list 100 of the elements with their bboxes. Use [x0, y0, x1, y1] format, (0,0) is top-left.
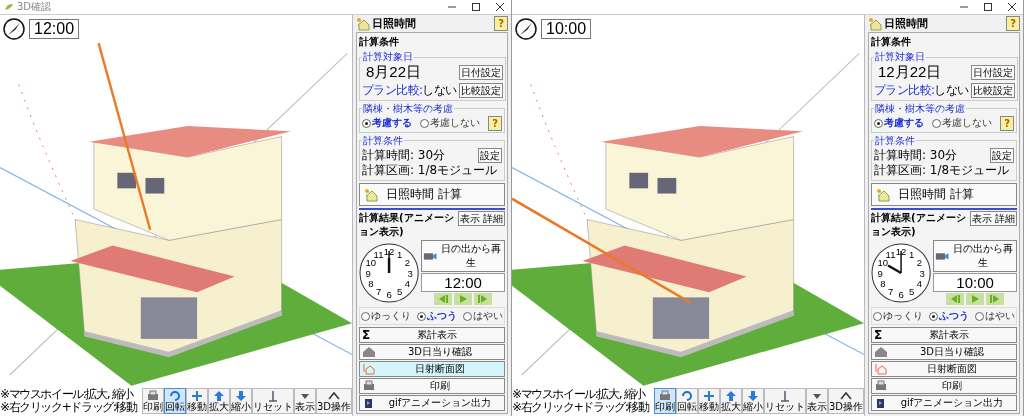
section-heading: 計算結果(アニメーション表示) [871, 211, 967, 240]
move-icon [701, 390, 716, 402]
maximize-icon[interactable] [983, 2, 993, 12]
print-icon [145, 390, 160, 402]
group-legend: 計算対象日 [362, 50, 414, 65]
setting-text: 計算区画: 1/8モジュール [874, 163, 1010, 179]
detail-button[interactable]: 表示 詳細 [969, 211, 1017, 227]
print-icon [874, 379, 888, 392]
ops-icon [326, 390, 341, 402]
calculate-button[interactable]: 日照時間 計算 [871, 183, 1017, 207]
toolbar-button[interactable]: 表示 [805, 388, 828, 414]
radio-option[interactable]: 考慮しない [420, 116, 481, 131]
move-icon [189, 390, 204, 402]
help-button[interactable]: ? [488, 115, 502, 131]
toolbar-button[interactable]: 回転 [675, 388, 698, 414]
calculate-button[interactable]: 日照時間 計算 [359, 183, 505, 207]
action-button[interactable]: gifアニメーション出力 [871, 395, 1017, 411]
ops-icon [838, 390, 853, 402]
group-legend: 計算条件 [362, 133, 404, 148]
compare-text: プラン比較:しない [362, 81, 457, 99]
replay-button[interactable]: 日の出から再生 [421, 240, 505, 273]
radio-option[interactable]: ゆっくり [873, 309, 923, 324]
step-forward-icon[interactable] [986, 293, 1005, 306]
play-icon[interactable] [966, 293, 985, 306]
help-button[interactable]: ? [1006, 16, 1020, 31]
section-heading: 計算条件 [359, 35, 400, 49]
section-icon [362, 362, 376, 375]
detail-button[interactable]: 表示 詳細 [457, 211, 505, 227]
step-forward-icon[interactable] [474, 293, 493, 306]
setting-text: 計算時間: 30分 [874, 147, 958, 164]
radio-option[interactable]: はやい [975, 309, 1015, 324]
toolbar-button[interactable]: 3D操作 [827, 388, 864, 414]
date-text: 8月22日 [365, 64, 422, 81]
time-display: 10:00 [933, 273, 1017, 293]
help-button[interactable]: ? [494, 16, 508, 31]
settings-button[interactable]: 設定 [990, 148, 1014, 164]
toolbar-button[interactable]: 拡大 [207, 388, 230, 414]
toolbar-button[interactable]: 縮小 [741, 388, 764, 414]
play-icon[interactable] [454, 293, 473, 306]
toolbar-button[interactable]: 移動 [185, 388, 208, 414]
toolbar-button[interactable]: 3D操作 [315, 388, 352, 414]
date-settings-button[interactable]: 日付設定 [970, 64, 1015, 80]
group-legend: 計算条件 [874, 133, 916, 148]
action-button[interactable]: gifアニメーション出力 [359, 395, 505, 411]
compare-settings-button[interactable]: 比較設定 [458, 82, 503, 98]
radio-option[interactable]: ふつう [417, 309, 457, 324]
window-title: 3D確認 [17, 0, 52, 14]
toolbar-button[interactable]: 拡大 [719, 388, 742, 414]
action-button[interactable]: 印刷 [359, 377, 505, 394]
section-heading: 計算結果(アニメーション表示) [359, 211, 455, 240]
help-button[interactable]: ? [1000, 115, 1014, 131]
step-back-icon[interactable] [946, 293, 965, 306]
radio-option[interactable]: ゆっくり [361, 309, 411, 324]
date-settings-button[interactable]: 日付設定 [458, 64, 503, 80]
time-display: 10:00 [541, 19, 592, 39]
section-icon [874, 362, 888, 375]
replay-button[interactable]: 日の出から再生 [933, 240, 1017, 273]
toolbar-button[interactable]: 移動 [697, 388, 720, 414]
action-button[interactable]: 3D日当り確認 [359, 343, 505, 360]
hint-text: ※右クリック+ドラッグ:移動 [512, 400, 649, 414]
radio-option[interactable]: ふつう [929, 309, 969, 324]
close-icon[interactable] [1007, 2, 1017, 12]
print-icon [657, 390, 672, 402]
action-button[interactable]: 日射断面図 [871, 360, 1017, 377]
hint-text: ※マウスホイール:拡大, 縮小 [0, 387, 135, 401]
radio-option[interactable]: はやい [463, 309, 503, 324]
setting-text: 計算区画: 1/8モジュール [362, 163, 498, 179]
panel-title: 日照時間 [372, 16, 417, 31]
radio-option[interactable]: 考慮する [362, 116, 412, 131]
group-legend: 隣棟・樹木等の考慮 [874, 101, 966, 116]
toolbar-button[interactable]: リセット [251, 388, 294, 414]
compare-text: プラン比較:しない [874, 81, 969, 99]
step-back-icon[interactable] [434, 293, 453, 306]
compass-icon[interactable] [3, 18, 25, 40]
radio-option[interactable]: 考慮しない [932, 116, 993, 131]
toolbar-button[interactable]: 印刷 [141, 388, 164, 414]
cumulative-button[interactable]: Σ 累計表示 [359, 326, 505, 343]
compass-icon[interactable] [515, 18, 537, 40]
house-icon [364, 187, 378, 202]
toolbar-button[interactable]: リセット [763, 388, 806, 414]
date-text: 12月22日 [877, 64, 942, 81]
toolbar-button[interactable]: 回転 [163, 388, 186, 414]
compare-settings-button[interactable]: 比較設定 [970, 82, 1015, 98]
close-icon[interactable] [495, 2, 505, 12]
cumulative-button[interactable]: Σ 累計表示 [871, 326, 1017, 343]
setting-text: 計算時間: 30分 [362, 147, 446, 164]
camera-icon [935, 250, 950, 263]
house-icon [876, 187, 890, 202]
settings-button[interactable]: 設定 [478, 148, 502, 164]
section-heading: 計算条件 [871, 35, 912, 49]
time-display: 12:00 [29, 19, 80, 39]
action-button[interactable]: 3D日当り確認 [871, 343, 1017, 360]
action-button[interactable]: 印刷 [871, 377, 1017, 394]
toolbar-button[interactable]: 印刷 [653, 388, 676, 414]
action-button[interactable]: 日射断面図 [359, 360, 505, 377]
maximize-icon[interactable] [471, 2, 481, 12]
radio-option[interactable]: 考慮する [874, 116, 924, 131]
toolbar-button[interactable]: 表示 [293, 388, 316, 414]
hint-text: ※マウスホイール:拡大, 縮小 [512, 387, 647, 401]
toolbar-button[interactable]: 縮小 [229, 388, 252, 414]
